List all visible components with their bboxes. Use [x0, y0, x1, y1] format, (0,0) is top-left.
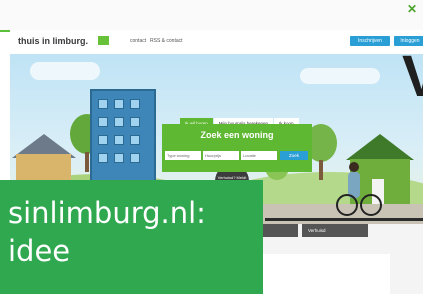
nav-link-rss[interactable]: RSS & contact — [150, 38, 183, 44]
caption-line-1: sinlimburg.nl: — [8, 196, 206, 230]
building-window — [114, 99, 124, 109]
tree-trunk — [319, 160, 323, 180]
caption-line-2: idee — [8, 234, 71, 268]
site-logo[interactable]: thuis in limburg. — [18, 36, 88, 46]
building-window — [114, 135, 124, 145]
building-window — [98, 153, 108, 163]
divider — [265, 218, 423, 221]
close-icon[interactable]: ✕ — [407, 2, 417, 16]
building-window — [130, 153, 140, 163]
building-window — [98, 135, 108, 145]
search-title: Zoek een woning — [200, 130, 274, 140]
building-window — [130, 135, 140, 145]
site-header: thuis in limburg. contact RSS & contact … — [10, 30, 423, 54]
search-submit-button[interactable]: Zoek — [280, 151, 308, 160]
screenshot-frame: ✕ thuis in limburg. contact RSS & contac… — [0, 0, 423, 294]
building-window — [130, 117, 140, 127]
search-box: Zoek een woning Type woning Huurprijs Lo… — [162, 124, 312, 172]
cloud-shape — [300, 68, 380, 84]
register-button[interactable]: Inschrijven — [350, 36, 390, 46]
nav-link-contact[interactable]: contact — [130, 38, 146, 44]
bicycle-wheel-icon — [360, 194, 382, 216]
bottom-button-moved[interactable]: Verhuisd — [302, 224, 368, 237]
cloud-shape — [30, 62, 100, 80]
building-window — [98, 99, 108, 109]
building-window — [130, 99, 140, 109]
top-strip: ✕ — [0, 0, 423, 32]
logo-mark-icon — [98, 36, 109, 45]
house-roof — [346, 134, 414, 160]
bicycle-wheel-icon — [336, 194, 358, 216]
search-location-select[interactable]: Locatie — [241, 151, 277, 160]
cyclist-head — [349, 162, 359, 172]
tree-trunk — [85, 152, 89, 172]
search-tabs: Ik wil hurenMijn huurprijs berekenenIk k… — [180, 112, 300, 130]
building-window — [98, 117, 108, 127]
caption-overlay: sinlimburg.nl: idee — [0, 180, 263, 294]
decorative-letter: V — [402, 44, 423, 109]
building-window — [114, 153, 124, 163]
search-price-select[interactable]: Huurprijs — [203, 151, 239, 160]
search-type-select[interactable]: Type woning — [165, 151, 201, 160]
building-window — [114, 117, 124, 127]
